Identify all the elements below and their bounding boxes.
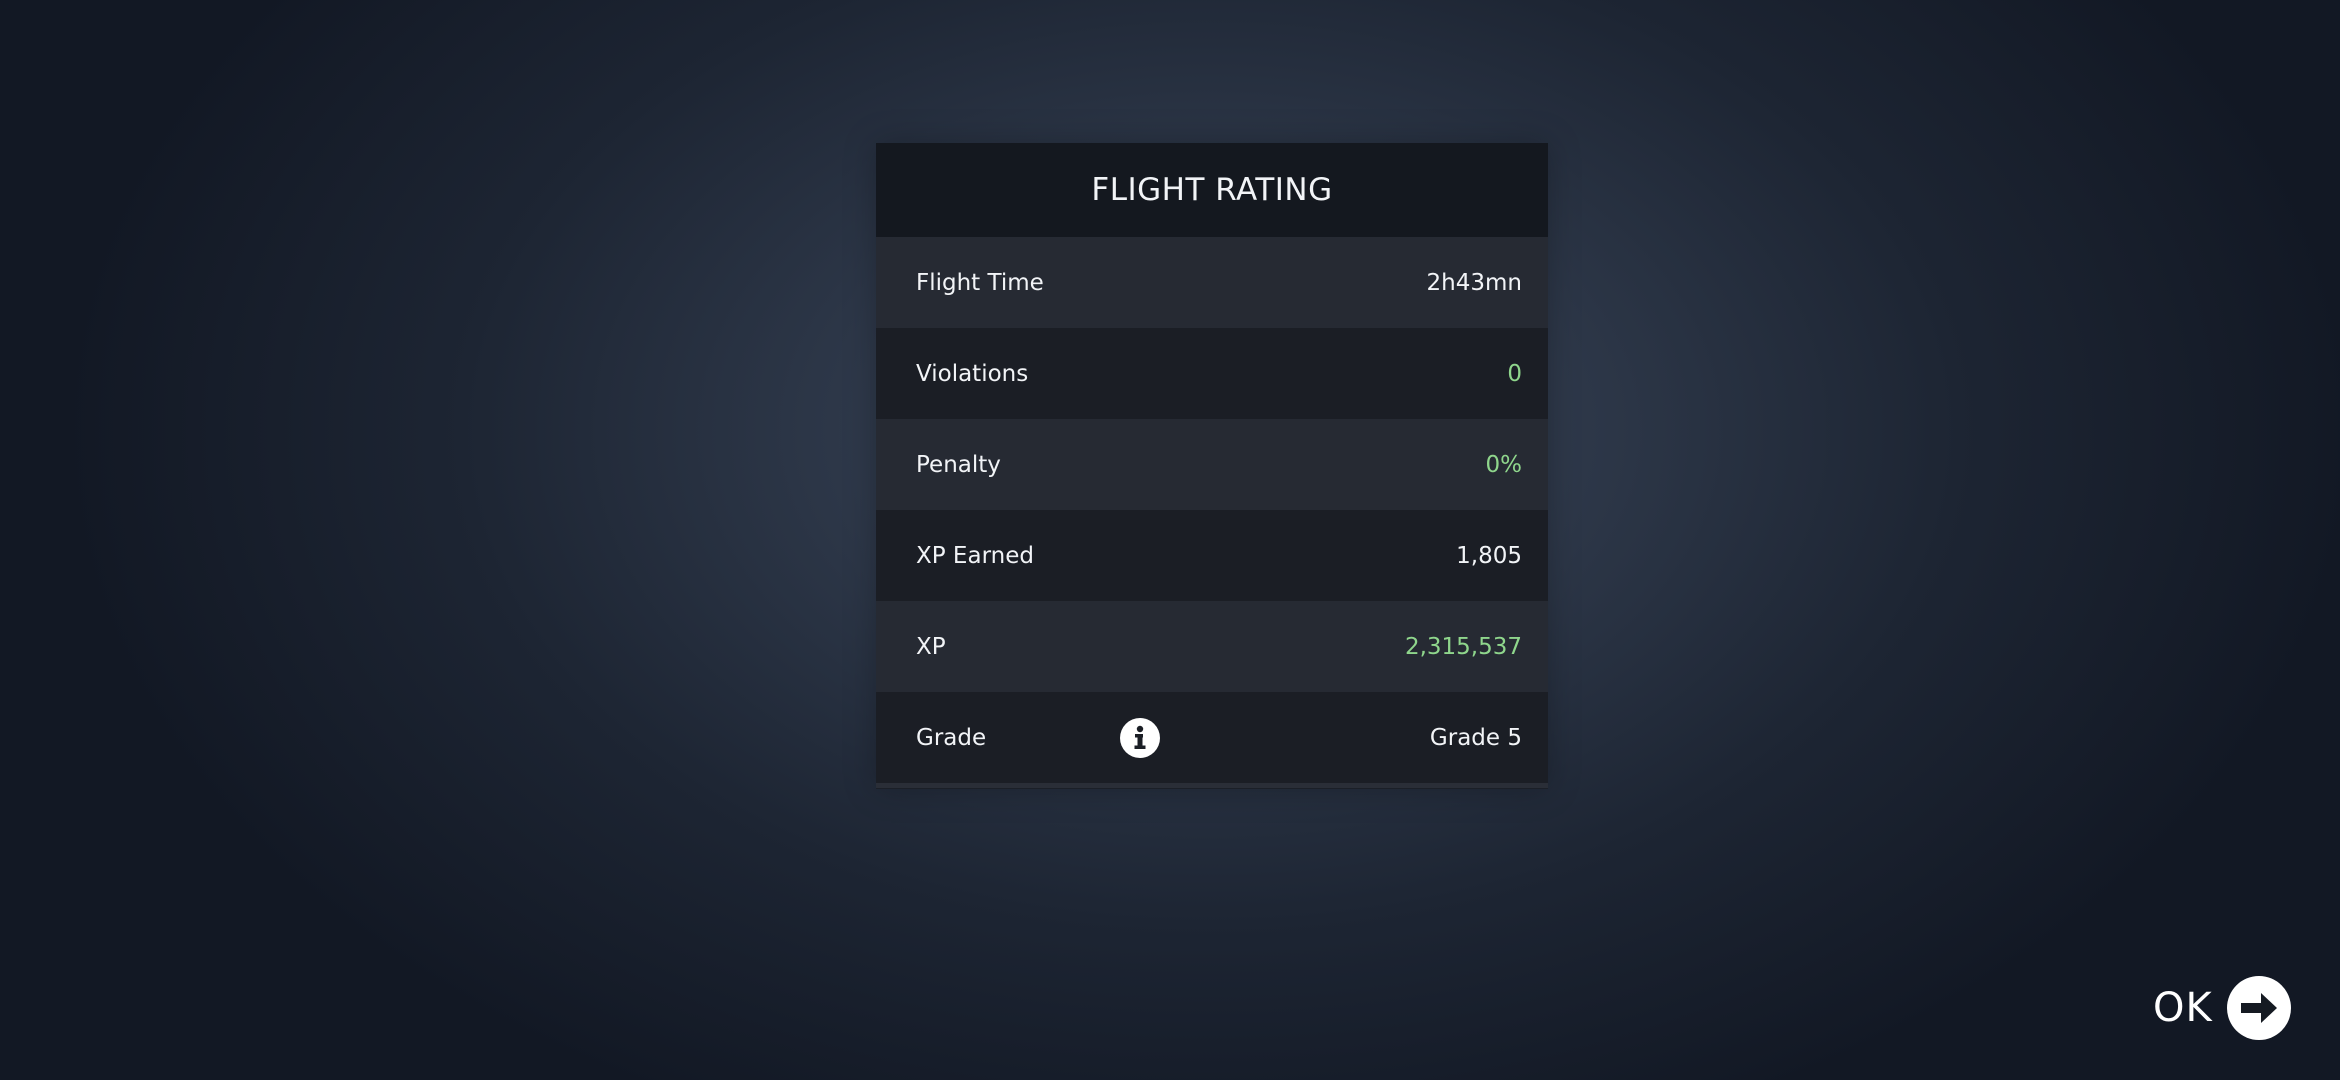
panel-divider — [876, 783, 1548, 788]
row-penalty: Penalty 0% — [876, 419, 1548, 510]
row-value: 1,805 — [1456, 542, 1522, 569]
row-label: Grade — [916, 724, 987, 751]
row-label: Violations — [916, 360, 1029, 387]
row-value: 2h43mn — [1426, 269, 1522, 296]
arrow-right-circle-icon — [2226, 976, 2291, 1040]
row-xp-earned: XP Earned 1,805 — [876, 510, 1548, 601]
row-label: Penalty — [916, 451, 1001, 478]
row-value: Grade 5 — [1429, 724, 1522, 751]
row-label: XP — [916, 633, 946, 660]
panel-header: FLIGHT RATING — [876, 143, 1548, 237]
ok-button[interactable]: OK — [2153, 975, 2291, 1041]
row-xp: XP 2,315,537 — [876, 601, 1548, 692]
row-value: 0% — [1485, 451, 1523, 478]
row-label: Flight Time — [916, 269, 1044, 296]
row-value: 0 — [1507, 360, 1522, 387]
row-grade: Grade Grade 5 — [876, 692, 1548, 783]
row-label: XP Earned — [916, 542, 1034, 569]
flight-rating-panel: FLIGHT RATING Flight Time 2h43mn Violati… — [876, 143, 1548, 789]
row-value: 2,315,537 — [1404, 633, 1522, 660]
info-icon[interactable] — [1120, 717, 1160, 758]
ok-label: OK — [2153, 985, 2213, 1031]
row-flight-time: Flight Time 2h43mn — [876, 237, 1548, 328]
panel-title: FLIGHT RATING — [1091, 172, 1333, 208]
row-violations: Violations 0 — [876, 328, 1548, 419]
